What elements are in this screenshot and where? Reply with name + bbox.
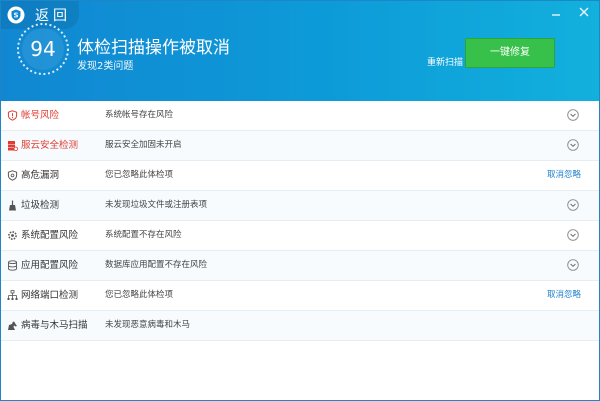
check-name: 系统配置风险 <box>21 230 79 241</box>
check-desc: 服云安全加固未开启 <box>105 140 182 150</box>
server-icon <box>8 141 18 151</box>
check-desc: 系统帐号存在风险 <box>105 110 174 120</box>
expand-chevron-icon[interactable] <box>567 139 579 151</box>
one-click-fix-button[interactable]: 一键修复 <box>465 38 555 68</box>
check-row-cloud-security[interactable]: 服云安全检测 服云安全加固未开启 <box>1 131 599 161</box>
check-row-system-config[interactable]: 系统配置风险 系统配置不存在风险 <box>1 221 599 251</box>
database-icon <box>8 260 17 271</box>
unignore-link[interactable]: 取消忽略 <box>547 161 581 190</box>
check-row-account-risk[interactable]: 帐号风险 系统帐号存在风险 <box>1 101 599 131</box>
list-empty-area <box>1 341 599 400</box>
rescan-link[interactable]: 重新扫描 <box>427 55 463 68</box>
expand-chevron-icon[interactable] <box>567 259 579 271</box>
issues-summary: 发现2类问题 <box>77 61 134 72</box>
check-row-junk[interactable]: 垃圾检测 未发现垃圾文件或注册表项 <box>1 191 599 221</box>
check-name: 服云安全检测 <box>21 140 79 151</box>
check-row-network-port[interactable]: 网络端口检测 您已忽略此体检项 取消忽略 <box>1 281 599 311</box>
header-banner: S 返回 94 体检扫描操作被取消 发现2类问题 重新扫描 一键修复 <box>1 1 599 101</box>
svg-text:S: S <box>13 12 18 20</box>
broom-icon <box>9 200 16 211</box>
check-desc: 系统配置不存在风险 <box>105 230 182 240</box>
score-value: 94 <box>30 37 56 61</box>
minimize-button[interactable] <box>547 5 565 19</box>
check-name: 高危漏洞 <box>21 170 60 181</box>
expand-chevron-icon[interactable] <box>567 199 579 211</box>
expand-chevron-icon[interactable] <box>567 109 579 121</box>
minimize-icon <box>552 14 560 16</box>
check-list: 帐号风险 系统帐号存在风险 服云安全检测 服云安全加固未开启 高危漏洞 您已忽略… <box>1 101 599 341</box>
check-desc: 未发现恶意病毒和木马 <box>105 320 191 330</box>
check-name: 应用配置风险 <box>21 260 79 271</box>
expand-chevron-icon[interactable] <box>567 229 579 241</box>
close-icon <box>579 7 589 17</box>
network-icon <box>7 290 18 300</box>
check-row-high-risk-vuln[interactable]: 高危漏洞 您已忽略此体检项 取消忽略 <box>1 161 599 191</box>
gear-icon <box>8 231 17 240</box>
check-name: 病毒与木马扫描 <box>21 320 88 331</box>
check-row-virus-trojan[interactable]: 病毒与木马扫描 未发现恶意病毒和木马 <box>1 311 599 341</box>
window-controls <box>547 5 593 19</box>
check-row-app-config[interactable]: 应用配置风险 数据库应用配置不存在风险 <box>1 251 599 281</box>
unignore-link[interactable]: 取消忽略 <box>547 281 581 310</box>
shield-outline-icon <box>7 170 18 181</box>
check-name: 帐号风险 <box>21 110 60 121</box>
horse-icon <box>8 321 17 330</box>
check-desc: 数据库应用配置不存在风险 <box>105 260 208 270</box>
score-gauge: 94 <box>15 21 71 77</box>
page-title: 体检扫描操作被取消 <box>77 38 230 58</box>
check-desc: 您已忽略此体检项 <box>105 290 174 300</box>
close-button[interactable] <box>575 5 593 19</box>
app-window: S 返回 94 体检扫描操作被取消 发现2类问题 重新扫描 一键修复 帐号风险 … <box>0 0 600 401</box>
check-name: 网络端口检测 <box>21 290 79 301</box>
check-desc: 您已忽略此体检项 <box>105 170 174 180</box>
shield-icon <box>7 110 18 121</box>
check-desc: 未发现垃圾文件或注册表项 <box>105 200 208 210</box>
check-name: 垃圾检测 <box>21 200 60 211</box>
